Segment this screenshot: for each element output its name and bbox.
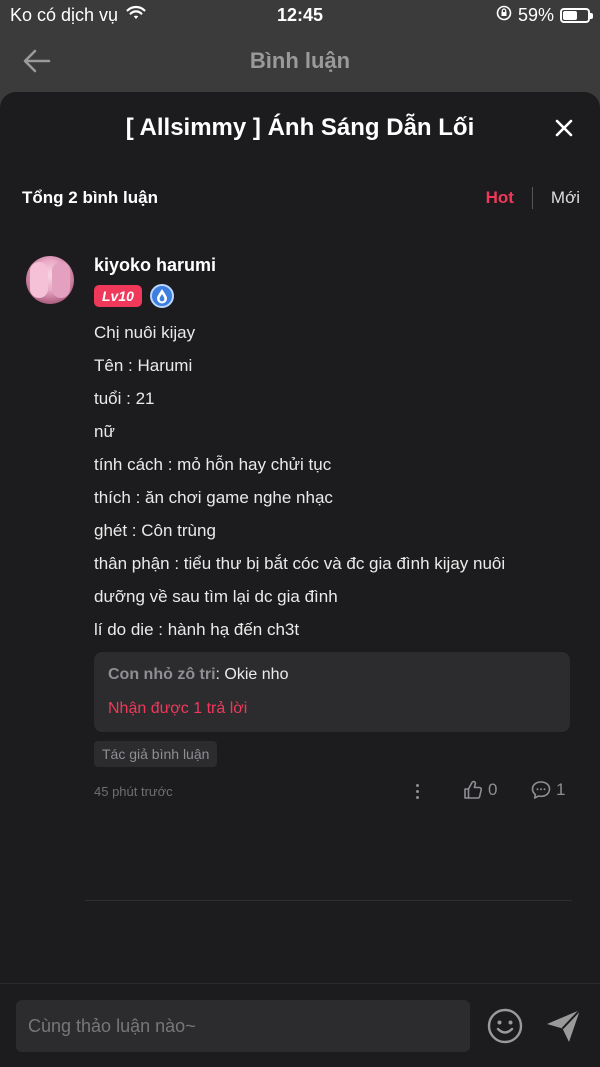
reply-count-link[interactable]: Nhận được 1 trả lời <box>108 698 556 720</box>
reply-text: : Okie nho <box>215 666 289 683</box>
comment-line: thân phận : tiểu thư bị bắt cóc và đc gi… <box>94 554 506 573</box>
reply-button[interactable]: 1 <box>530 779 565 801</box>
status-bar: Ko có dịch vụ 12:45 59% <box>0 0 600 32</box>
comment-text: Chị nuôi kijay Tên : Harumi tuổi : 21 nữ tín… <box>94 316 572 646</box>
send-icon <box>547 1009 581 1042</box>
close-icon <box>555 119 573 137</box>
nav-bar: Bình luận <box>0 32 600 90</box>
sort-new-tab[interactable]: Mới <box>551 188 580 208</box>
comment-count-row: Tổng 2 bình luận Hot Mới <box>22 186 580 210</box>
smiley-icon <box>487 1008 523 1044</box>
comment-line: tính cách : mỏ hỗn hay chửi tục <box>94 455 332 474</box>
comments-sheet: [ Allsimmy ] Ánh Sáng Dẫn Lối Tổng 2 bìn… <box>0 92 600 1067</box>
battery-fill <box>563 11 578 20</box>
level-badge: Lv10 <box>94 285 142 307</box>
like-count: 0 <box>488 780 498 799</box>
avatar-figure-right <box>52 262 70 298</box>
sheet-title: [ Allsimmy ] Ánh Sáng Dẫn Lối <box>125 114 475 141</box>
reply-author: Con nhỏ zô tri <box>108 666 216 683</box>
comment-bubble-icon <box>531 781 551 799</box>
comment-line: ghét : Côn trùng <box>94 521 216 540</box>
like-button[interactable]: 0 <box>462 779 497 801</box>
comment-time: 45 phút trước <box>94 783 173 799</box>
comment-line: Tên : Harumi <box>94 356 193 375</box>
thumbs-up-icon <box>464 780 483 799</box>
comment-line: thích : ăn chơi game nghe nhạc <box>94 488 333 507</box>
avatar-figure-left <box>30 262 48 298</box>
reply-preview[interactable]: Con nhỏ zô tri: Okie nho Nhận được 1 trả… <box>94 652 570 732</box>
orientation-lock-icon <box>496 5 512 26</box>
avatar[interactable] <box>26 256 74 304</box>
nav-title: Bình luận <box>249 48 351 73</box>
comment-line: nữ <box>94 422 115 441</box>
reply-count: 1 <box>556 780 566 799</box>
comment-line: lí do die : hành hạ đến ch3t <box>94 620 300 639</box>
comment-input[interactable] <box>16 1000 470 1052</box>
screen: Ko có dịch vụ 12:45 59% Bình luận [Alls… <box>0 0 600 1067</box>
comment-username[interactable]: kiyoko harumi <box>94 252 572 278</box>
sort-hot-tab[interactable]: Hot <box>486 188 514 208</box>
comment-meta: 45 phút trước 0 1 <box>94 779 572 803</box>
comment-line: tuổi : 21 <box>94 389 155 408</box>
medal-icon <box>149 284 174 308</box>
comment-divider <box>85 900 572 901</box>
input-bar <box>0 983 600 1067</box>
sort-divider <box>531 187 533 209</box>
status-right: 59% <box>496 5 593 26</box>
comment-line: Chị nuôi kijay <box>94 323 196 342</box>
comment-line: dưỡng về sau tìm lại dc gia đình <box>94 587 338 606</box>
user-badges: Lv10 <box>94 284 572 308</box>
more-options-icon[interactable] <box>412 779 422 803</box>
close-button[interactable] <box>550 114 578 142</box>
battery-percent: 59% <box>517 5 554 25</box>
send-button[interactable] <box>545 1008 583 1044</box>
author-tag: Tác giả bình luận <box>94 741 218 767</box>
reply-line: Con nhỏ zô tri: Okie nho <box>108 664 556 686</box>
sort-tabs: Hot Mới <box>486 187 580 209</box>
battery-icon <box>560 8 593 23</box>
comment-count: Tổng 2 bình luận <box>22 188 158 207</box>
comment-body: kiyoko harumi Lv10 Chị nuôi kijay Tên : H… <box>94 252 572 803</box>
emoji-button[interactable] <box>487 1008 523 1044</box>
